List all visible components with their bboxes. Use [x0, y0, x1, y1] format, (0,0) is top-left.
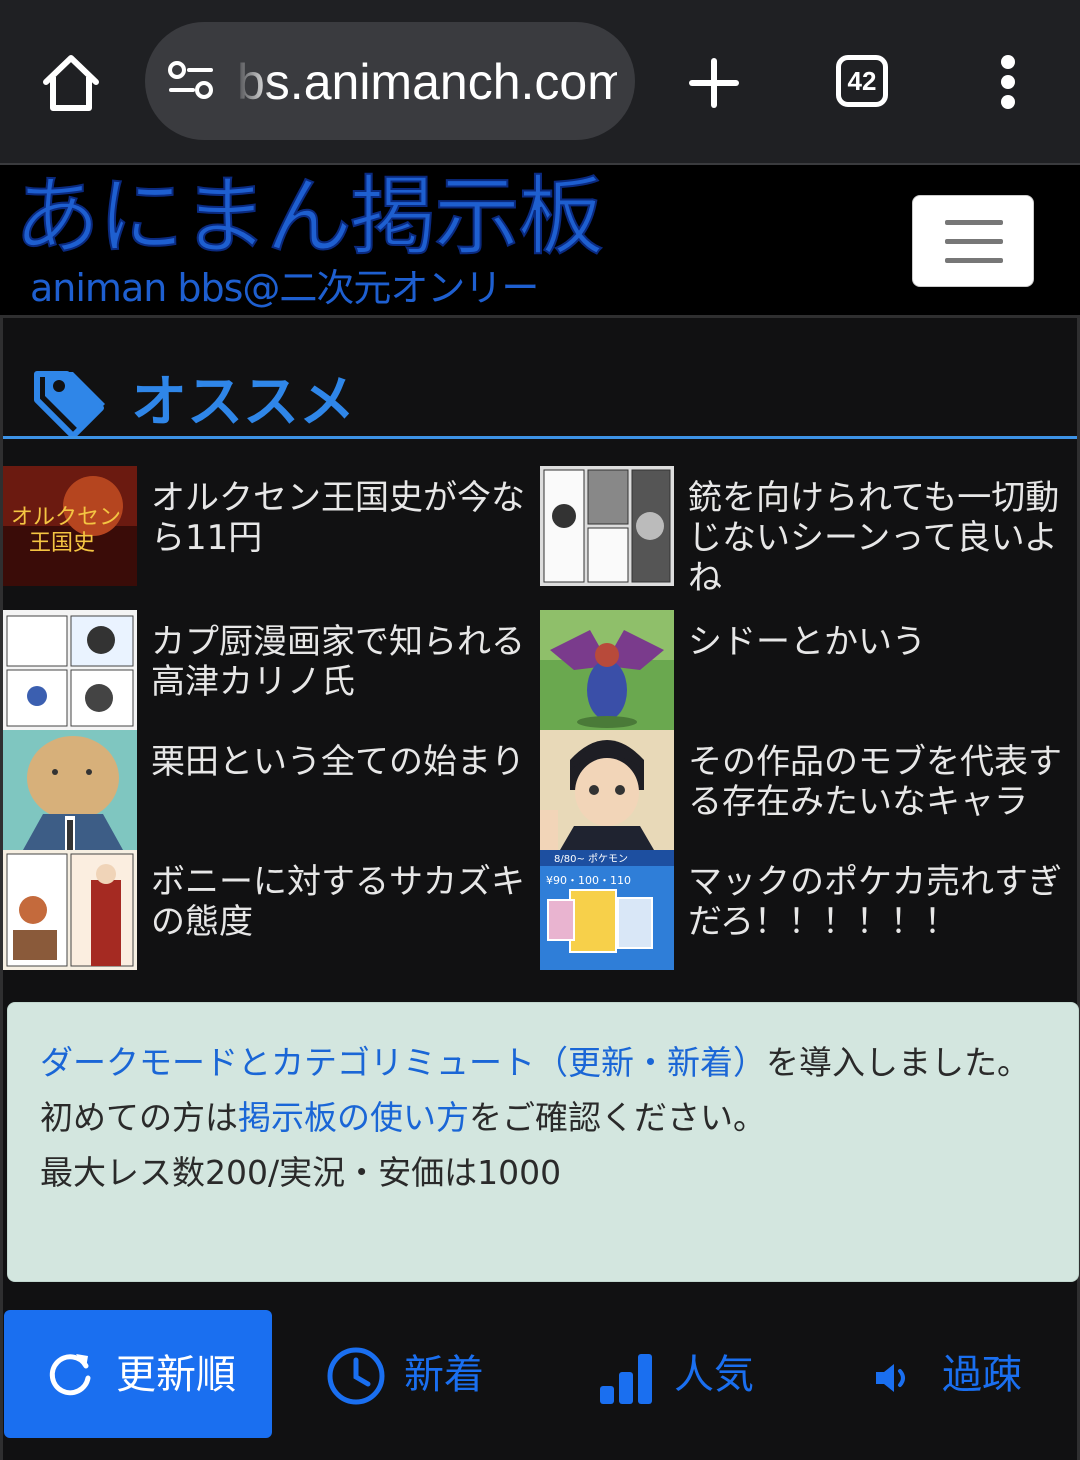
tab-popular[interactable]: 人気: [580, 1310, 810, 1438]
recommend-item[interactable]: その作品のモブを代表する存在みたいなキャラ: [540, 730, 1070, 850]
tab-update-label: 更新順: [116, 1352, 236, 1398]
notice-line-2: 初めての方は掲示板の使い方をご確認ください。: [40, 1090, 1046, 1145]
tab-past[interactable]: 過疎: [860, 1310, 1070, 1438]
recommend-item[interactable]: カプ厨漫画家で知られる高津カリノ氏: [3, 610, 533, 730]
bar-chart-icon: [598, 1352, 654, 1406]
svg-text:8/80~ ポケモン: 8/80~ ポケモン: [554, 853, 628, 865]
speaker-icon: [872, 1358, 912, 1398]
thumbnail[interactable]: [540, 730, 674, 850]
thumbnail[interactable]: [540, 610, 674, 730]
site-logo-subtitle: animan bbs@二次元オンリー: [30, 266, 539, 310]
address-bar[interactable]: bs.animanch.com: [145, 22, 635, 140]
tab-new[interactable]: 新着: [300, 1310, 530, 1438]
url-text[interactable]: bs.animanch.com: [237, 54, 617, 110]
svg-text:¥90・100・110: ¥90・100・110: [546, 874, 631, 887]
new-tab-icon[interactable]: [686, 55, 742, 111]
recommend-title[interactable]: 栗田という全ての始まり: [151, 742, 531, 782]
thumbnail[interactable]: [3, 730, 137, 850]
content-panel: オススメ オルクセン 王国史 オルクセン王国史が今なら11円 銃を向けられても一切…: [0, 315, 1080, 1460]
recommend-title[interactable]: カプ厨漫画家で知られる高津カリノ氏: [151, 622, 531, 702]
more-menu-icon[interactable]: [996, 55, 1020, 109]
tab-popular-label: 人気: [674, 1352, 754, 1398]
browser-toolbar: bs.animanch.com 42: [0, 0, 1080, 165]
thumbnail[interactable]: オルクセン 王国史: [3, 466, 137, 586]
usage-guide-link[interactable]: 掲示板の使い方: [238, 1098, 469, 1137]
tab-past-label: 過疎: [942, 1352, 1022, 1398]
section-divider: [3, 436, 1077, 439]
clock-icon: [326, 1346, 386, 1406]
notice-line-3: 最大レス数200/実況・安価は1000: [40, 1153, 562, 1192]
section-title: オススメ: [131, 370, 355, 435]
svg-text:オルクセン: オルクセン: [11, 505, 121, 530]
dark-mode-link[interactable]: ダークモードとカテゴリミュート（更新・新着）: [40, 1043, 766, 1082]
site-logo[interactable]: あにまん掲示板: [13, 166, 605, 268]
recommend-title[interactable]: オルクセン王国史が今なら11円: [151, 478, 531, 558]
tab-switcher-button[interactable]: 42: [836, 55, 888, 107]
recommend-title[interactable]: その作品のモブを代表する存在みたいなキャラ: [688, 742, 1068, 822]
hamburger-menu-button[interactable]: [912, 195, 1034, 287]
sort-tabs: 更新順 新着 人気 過疎: [0, 1310, 1080, 1440]
thumbnail[interactable]: [540, 466, 674, 586]
thumbnail[interactable]: [3, 610, 137, 730]
thumbnail[interactable]: 8/80~ ポケモン ¥90・100・110: [540, 850, 674, 970]
svg-text:王国史: 王国史: [29, 531, 95, 556]
notice-line-1: ダークモードとカテゴリミュート（更新・新着）を導入しました。: [40, 1035, 1046, 1090]
recommend-item[interactable]: 8/80~ ポケモン ¥90・100・110 マックのポケカ売れすぎだろ！！！！！…: [540, 850, 1070, 970]
home-icon[interactable]: [38, 50, 104, 116]
site-header: あにまん掲示板 animan bbs@二次元オンリー: [0, 166, 1080, 315]
notice-line-1-rest: を導入しました。: [766, 1043, 1030, 1082]
recommend-title[interactable]: ボニーに対するサカズキの態度: [151, 862, 531, 942]
tab-update-order[interactable]: 更新順: [4, 1310, 272, 1438]
tag-icon: [31, 366, 109, 439]
notice-line-2-post: をご確認ください。: [469, 1098, 766, 1137]
recommend-title[interactable]: マックのポケカ売れすぎだろ！！！！！！: [688, 862, 1068, 942]
site-settings-icon[interactable]: [167, 60, 215, 102]
notice-line-2-pre: 初めての方は: [40, 1098, 238, 1137]
notice-box: ダークモードとカテゴリミュート（更新・新着）を導入しました。 初めての方は掲示板…: [7, 1002, 1079, 1282]
tab-new-label: 新着: [404, 1352, 484, 1398]
url-fade: [233, 50, 273, 114]
thumbnail[interactable]: [3, 850, 137, 970]
recommend-item[interactable]: シドーとかいう: [540, 610, 1070, 730]
recommend-item[interactable]: ボニーに対するサカズキの態度: [3, 850, 533, 970]
refresh-icon: [44, 1348, 96, 1400]
recommend-item[interactable]: 栗田という全ての始まり: [3, 730, 533, 850]
recommend-title[interactable]: 銃を向けられても一切動じないシーンって良いよね: [688, 478, 1068, 598]
recommend-item[interactable]: 銃を向けられても一切動じないシーンって良いよね: [540, 466, 1070, 598]
recommend-title[interactable]: シドーとかいう: [688, 622, 1068, 662]
recommend-item[interactable]: オルクセン 王国史 オルクセン王国史が今なら11円: [3, 466, 533, 586]
